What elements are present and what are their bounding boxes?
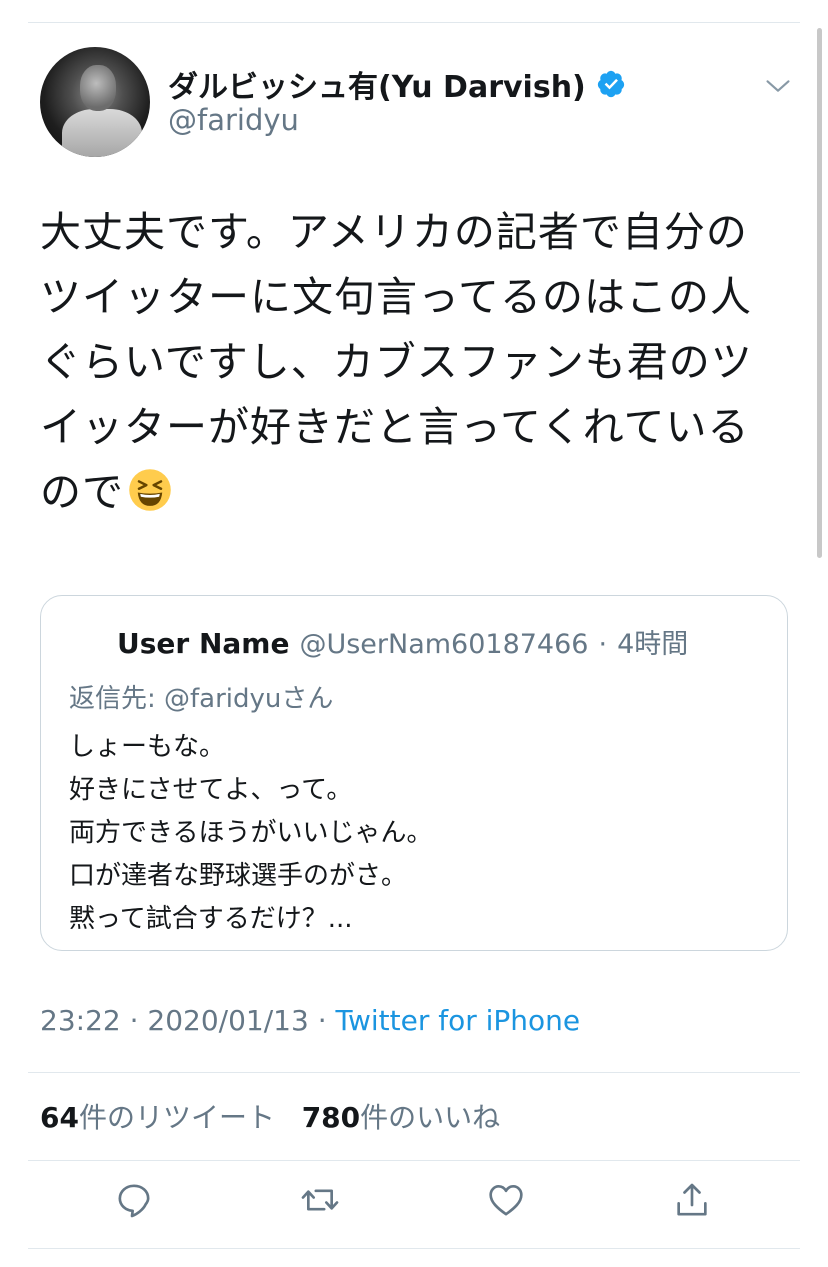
retweet-icon[interactable]: [300, 1180, 340, 1220]
author-display-name[interactable]: ダルビッシュ有(Yu Darvish): [168, 62, 586, 106]
author-name-row[interactable]: ダルビッシュ有(Yu Darvish): [168, 62, 626, 106]
quoted-tweet-line: 両方できるほうがいいじゃん。: [69, 818, 433, 848]
quoted-tweet-line: 黙って試合するだけ？...: [69, 904, 353, 934]
like-label: 件のいいね: [360, 1101, 501, 1134]
meta-separator: ·: [308, 1004, 336, 1037]
quoted-tweet-line: 好きにさせてよ、って。: [69, 775, 353, 805]
tweet-line: ツイッターに文句言ってるのはこの人: [40, 273, 752, 321]
like-icon[interactable]: [486, 1180, 526, 1220]
scrollbar[interactable]: [817, 28, 822, 558]
tweet-source-link[interactable]: Twitter for iPhone: [336, 1004, 581, 1037]
tweet-line: ぐらいですし、カブスファンも君のツ: [40, 338, 753, 386]
quoted-tweet-text: しょーもな。 好きにさせてよ、って。 両方できるほうがいいじゃん。 口が達者な野…: [69, 726, 432, 941]
retweet-stat[interactable]: 64件のリツイート: [40, 1101, 275, 1134]
like-stat[interactable]: 780件のいいね: [302, 1101, 500, 1134]
author-handle[interactable]: @faridyu: [168, 103, 299, 137]
action-bar: [0, 1180, 828, 1230]
tweet-line-last: ので: [40, 460, 800, 525]
tweet-time[interactable]: 23:22: [40, 1004, 121, 1037]
tweet-text: 大丈夫です。アメリカの記者で自分の ツイッターに文句言ってるのはこの人 ぐらいで…: [40, 200, 800, 525]
divider: [28, 1248, 800, 1249]
header-separator: ·: [598, 629, 608, 660]
retweet-count: 64: [40, 1101, 79, 1134]
tweet-line: ので: [40, 468, 124, 516]
reply-to-label: 返信先: @faridyuさん: [69, 684, 334, 714]
divider: [28, 1160, 800, 1161]
chevron-down-icon[interactable]: [764, 72, 792, 100]
quoted-author-handle[interactable]: @UserNam60187466: [299, 629, 588, 660]
avatar[interactable]: [40, 47, 150, 157]
quoted-author-name[interactable]: User Name: [117, 627, 289, 660]
reply-icon[interactable]: [114, 1180, 154, 1220]
tweet-line: イッターが好きだと言ってくれている: [40, 403, 750, 451]
share-icon[interactable]: [672, 1180, 712, 1220]
tweet-stats: 64件のリツイート 780件のいいね: [40, 1096, 500, 1136]
meta-separator: ·: [120, 1004, 148, 1037]
grinning-squinting-face-icon: [129, 469, 171, 511]
tweet-line: 大丈夫です。アメリカの記者で自分の: [40, 208, 748, 256]
quoted-tweet-card[interactable]: User Name @UserNam60187466 · 4時間 返信先: @f…: [40, 595, 788, 951]
tweet-meta: 23:22 · 2020/01/13 · Twitter for iPhone: [40, 1004, 580, 1037]
quoted-tweet-line: 口が達者な野球選手のがさ。: [69, 861, 408, 891]
retweet-label: 件のリツイート: [78, 1101, 275, 1134]
verified-badge-icon: [597, 70, 624, 98]
top-divider: [28, 22, 800, 23]
tweet-date[interactable]: 2020/01/13: [147, 1004, 308, 1037]
divider: [28, 1072, 800, 1073]
like-count: 780: [301, 1101, 361, 1134]
quoted-tweet-header: User Name @UserNam60187466 · 4時間: [117, 622, 688, 661]
quoted-tweet-time: 4時間: [617, 629, 689, 660]
quoted-tweet-line: しょーもな。: [69, 732, 226, 762]
